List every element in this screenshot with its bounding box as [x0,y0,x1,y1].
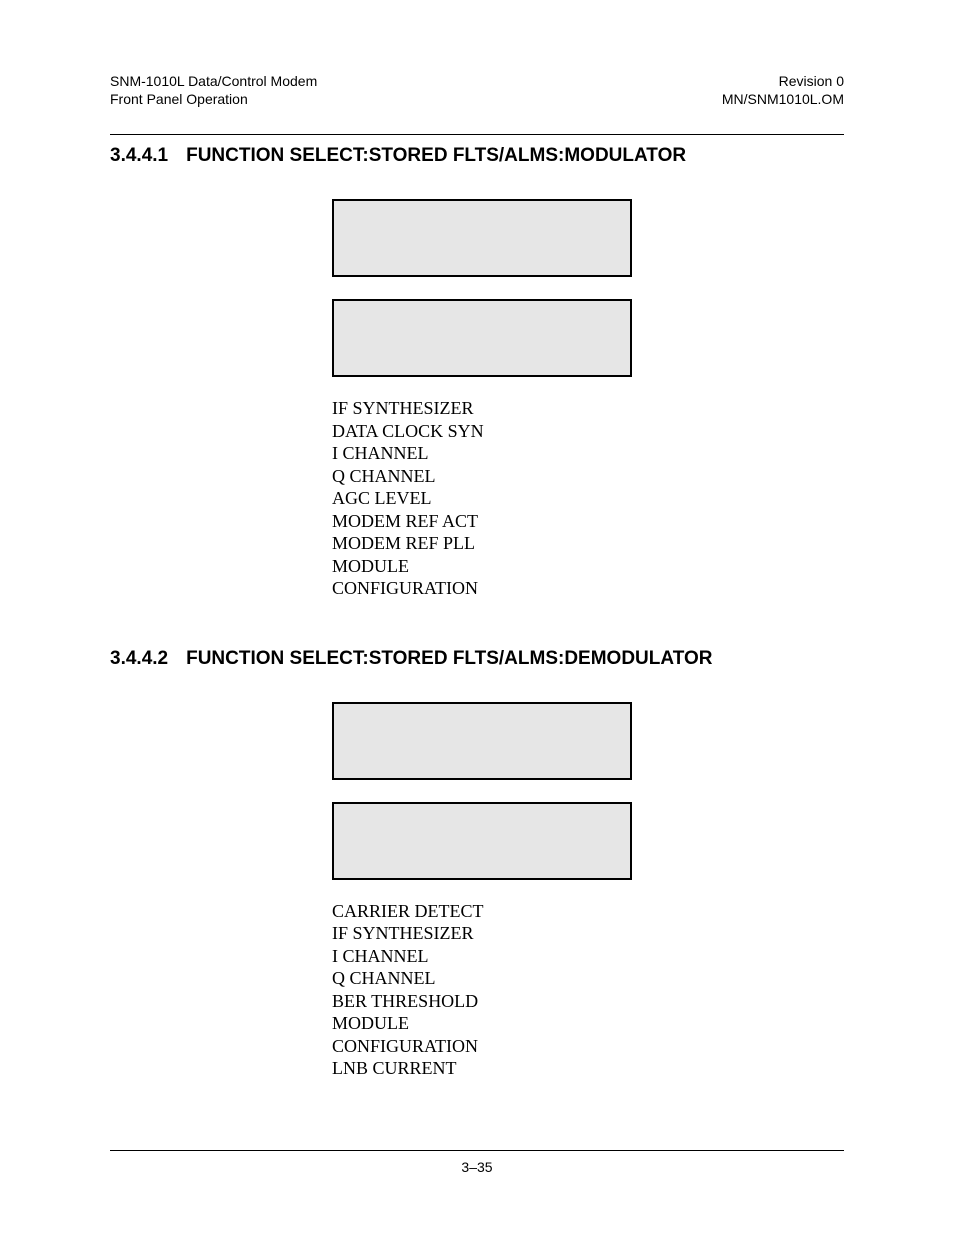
section-number: 3.4.4.1 [110,145,168,167]
list-item: Q CHANNEL [332,967,844,990]
demodulator-item-list: CARRIER DETECT IF SYNTHESIZER I CHANNEL … [332,900,844,1080]
footer-rule [110,1150,844,1151]
list-item: MODEM REF ACT [332,510,844,533]
section-modulator: 3.4.4.1 FUNCTION SELECT:STORED FLTS/ALMS… [110,145,844,600]
list-item: BER THRESHOLD [332,990,844,1013]
header-revision: Revision 0 [722,72,844,90]
display-box [332,702,632,780]
header-product: SNM-1010L Data/Control Modem [110,72,317,90]
section-number: 3.4.4.2 [110,648,168,670]
list-item: MODULE [332,555,844,578]
list-item: I CHANNEL [332,442,844,465]
display-box [332,802,632,880]
section-demodulator: 3.4.4.2 FUNCTION SELECT:STORED FLTS/ALMS… [110,648,844,1080]
header-doc-number: MN/SNM1010L.OM [722,90,844,108]
section-title: FUNCTION SELECT:STORED FLTS/ALMS:DEMODUL… [186,648,712,670]
section-heading: 3.4.4.1 FUNCTION SELECT:STORED FLTS/ALMS… [110,145,844,167]
header-rule [110,134,844,135]
list-item: IF SYNTHESIZER [332,922,844,945]
list-item: IF SYNTHESIZER [332,397,844,420]
page-footer: 3–35 [110,1150,844,1175]
page-number: 3–35 [110,1159,844,1175]
list-item: I CHANNEL [332,945,844,968]
page-header: SNM-1010L Data/Control Modem Front Panel… [110,72,844,108]
list-item: CONFIGURATION [332,577,844,600]
list-item: MODEM REF PLL [332,532,844,555]
section-title: FUNCTION SELECT:STORED FLTS/ALMS:MODULAT… [186,145,686,167]
list-item: DATA CLOCK SYN [332,420,844,443]
header-left: SNM-1010L Data/Control Modem Front Panel… [110,72,317,108]
section-heading: 3.4.4.2 FUNCTION SELECT:STORED FLTS/ALMS… [110,648,844,670]
list-item: MODULE [332,1012,844,1035]
display-boxes [332,702,844,880]
header-subtitle: Front Panel Operation [110,90,317,108]
list-item: Q CHANNEL [332,465,844,488]
display-boxes [332,199,844,377]
list-item: CARRIER DETECT [332,900,844,923]
list-item: LNB CURRENT [332,1057,844,1080]
header-right: Revision 0 MN/SNM1010L.OM [722,72,844,108]
display-box [332,199,632,277]
display-box [332,299,632,377]
modulator-item-list: IF SYNTHESIZER DATA CLOCK SYN I CHANNEL … [332,397,844,600]
list-item: AGC LEVEL [332,487,844,510]
list-item: CONFIGURATION [332,1035,844,1058]
